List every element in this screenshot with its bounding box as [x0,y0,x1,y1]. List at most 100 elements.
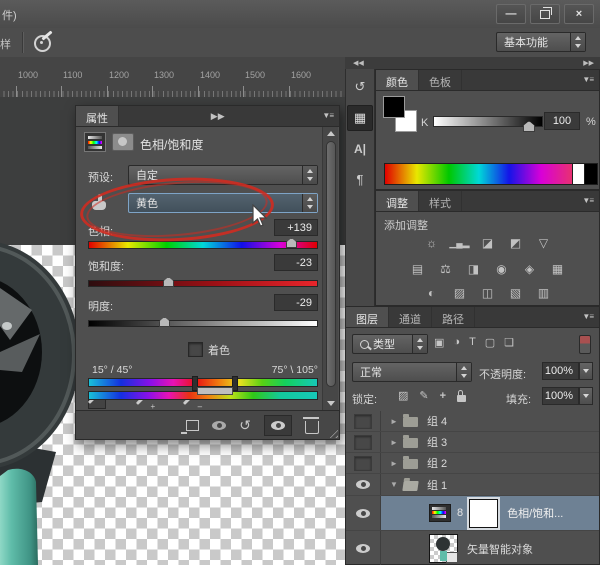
lock-all-icon[interactable] [457,395,466,402]
layer-name[interactable]: 组 2 [427,455,447,471]
properties-scrollbar[interactable] [322,127,338,410]
lock-move-icon[interactable]: + [440,390,446,402]
filter-adjustment-layers-icon[interactable]: ◑ [453,336,460,349]
layer-row-group3[interactable]: ► 组 3 [346,432,599,453]
collapse-panels-icon[interactable]: ◀◀ [353,59,364,67]
filter-type-layers-icon[interactable]: T [469,336,476,349]
view-previous-state-icon[interactable] [212,421,226,430]
saturation-slider-track[interactable] [88,280,318,287]
black-white-icon[interactable]: ◨ [463,261,485,277]
color-lookup-icon[interactable]: ▦ [547,261,569,277]
tab-layers[interactable]: 图层 [346,307,389,327]
restore-button[interactable] [530,4,560,24]
expand-triangle-icon[interactable]: ► [387,417,401,426]
tab-adjustments[interactable]: 调整 [376,191,419,211]
levels-icon[interactable]: ▁▄▂ [449,235,471,251]
expand-triangle-icon[interactable]: ► [387,438,401,447]
curves-icon[interactable]: ◪ [477,235,499,251]
range-band[interactable] [197,387,233,395]
hue-slider-track[interactable] [88,241,318,249]
posterize-icon[interactable]: ▨ [449,285,471,301]
scrollbar-thumb[interactable] [326,141,336,387]
lock-paint-icon[interactable]: ✎ [419,389,428,402]
filter-smart-objects-icon[interactable]: ❏ [504,336,514,349]
mask-badge-icon[interactable] [112,133,134,151]
sample-target-icon[interactable] [34,35,51,52]
character-panel-icon[interactable]: A| [348,137,372,161]
swatches-panel-icon[interactable]: ▦ [347,105,373,131]
panel-menu-icon[interactable]: ▼≡ [322,106,339,126]
opacity-value-field[interactable]: 100% [542,362,579,380]
lock-transparency-icon[interactable]: ▨ [398,389,408,402]
layer-name[interactable]: 矢量智能对象 [467,541,533,557]
close-button[interactable]: × [564,4,594,24]
colorize-checkbox[interactable] [188,342,203,357]
tab-styles[interactable]: 样式 [419,191,462,211]
layer-mask-thumbnail[interactable] [469,499,498,528]
tab-channels[interactable]: 通道 [389,307,432,327]
fill-value-field[interactable]: 100% [542,387,579,405]
clip-to-layer-icon[interactable] [186,420,199,431]
layers-panel-menu-icon[interactable]: ▼≡ [582,307,599,327]
visibility-well[interactable] [346,531,381,565]
panel-collapse-icon[interactable]: ▶▶ [211,106,231,126]
smart-object-thumbnail[interactable] [429,534,458,563]
expand-triangle-icon[interactable]: ► [387,459,401,468]
scroll-up-icon[interactable] [327,131,335,136]
vibrance-icon[interactable]: ▽ [533,235,555,251]
visibility-well[interactable] [346,432,381,452]
visibility-toggle[interactable] [264,415,292,436]
eye-icon[interactable] [356,544,370,553]
layer-filter-kind-dropdown[interactable]: 类型 [352,334,428,354]
lightness-slider-handle[interactable] [159,317,170,327]
foreground-color-swatch[interactable] [383,96,405,118]
tab-swatches[interactable]: 色板 [419,70,462,90]
color-spectrum-ramp[interactable] [384,163,574,185]
selective-color-icon[interactable]: ▥ [533,285,555,301]
eye-icon[interactable] [356,480,370,489]
expand-panels-icon[interactable]: ▶▶ [583,59,594,67]
filter-pixel-layers-icon[interactable]: ▣ [434,336,444,349]
visibility-well[interactable] [346,453,381,473]
photo-filter-icon[interactable]: ◉ [491,261,513,277]
color-balance-icon[interactable]: ⚖ [435,261,457,277]
layer-name[interactable]: 组 4 [427,413,447,429]
history-panel-icon[interactable]: ↺ [348,75,372,99]
hue-saturation-icon[interactable]: ▤ [407,261,429,277]
spectrum-black-swatch[interactable] [584,163,598,185]
saturation-slider-handle[interactable] [163,277,174,287]
blend-mode-dropdown[interactable]: 正常 [352,362,472,382]
layer-row-group4[interactable]: ► 组 4 [346,411,599,432]
opacity-dropdown-arrow[interactable] [579,362,593,380]
fill-dropdown-arrow[interactable] [579,387,593,405]
visibility-well[interactable] [346,496,381,530]
hue-slider-handle[interactable] [286,238,297,248]
layer-name[interactable]: 色相/饱和... [507,505,563,521]
layer-name[interactable]: 组 3 [427,434,447,450]
color-panel-menu-icon[interactable]: ▼≡ [582,70,599,90]
workspace-switcher[interactable]: 基本功能 [496,32,586,52]
visibility-well[interactable] [346,474,381,495]
reset-icon[interactable]: ↺ [239,417,251,434]
adjustments-panel-menu-icon[interactable]: ▼≡ [582,191,599,211]
layer-name[interactable]: 组 1 [427,477,447,493]
lightness-value-field[interactable]: -29 [274,294,318,311]
invert-icon[interactable]: ◐ [421,285,443,301]
scroll-down-icon[interactable] [327,401,335,406]
lightness-slider-track[interactable] [88,320,318,327]
visibility-well[interactable] [346,411,381,431]
eye-icon[interactable] [356,509,370,518]
delete-adjustment-icon[interactable] [305,421,319,434]
filter-shape-layers-icon[interactable]: ▢ [485,336,495,349]
minimize-button[interactable]: — [496,4,526,24]
k-value-field[interactable]: 100 [544,112,580,130]
hue-saturation-thumbnail-icon[interactable] [429,504,451,522]
gradient-map-icon[interactable]: ▧ [505,285,527,301]
collapse-triangle-icon[interactable]: ▼ [387,480,401,489]
tab-paths[interactable]: 路径 [432,307,475,327]
exposure-icon[interactable]: ◩ [505,235,527,251]
tab-properties[interactable]: 属性 [76,106,119,126]
layer-row-group1[interactable]: ▼ 组 1 [346,474,599,496]
channel-mixer-icon[interactable]: ◈ [519,261,541,277]
layer-row-hue-saturation-selected[interactable]: 8 色相/饱和... [346,496,599,531]
